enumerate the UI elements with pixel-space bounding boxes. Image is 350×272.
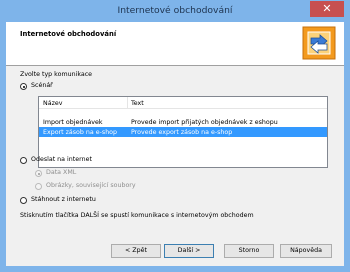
download-label[interactable]: Stáhnout z internetu <box>31 196 96 203</box>
scenario-radio[interactable] <box>20 83 27 90</box>
data-xml-label[interactable]: Data XML <box>46 169 76 176</box>
close-button[interactable]: ✕ <box>310 1 344 17</box>
window-title: Internetové obchodování <box>117 5 233 16</box>
back-button[interactable]: < Zpět <box>111 244 161 258</box>
column-separator[interactable] <box>127 97 128 109</box>
send-radio[interactable] <box>20 157 27 164</box>
list-item-text: Provede export zásob na e-shop <box>131 129 233 136</box>
list-item-text: Provede import přijatých objednávek z es… <box>131 119 278 126</box>
help-button[interactable]: Nápověda <box>280 244 332 258</box>
column-header-text[interactable]: Text <box>131 100 144 107</box>
list-item-name: Import objednávek <box>43 119 103 126</box>
info-text: Stisknutím tlačítka DALŠÍ se spustí komu… <box>20 212 254 219</box>
scenario-label[interactable]: Scénář <box>31 82 53 89</box>
internet-shop-icon <box>302 26 336 60</box>
wizard-header: Internetové obchodování <box>6 22 344 66</box>
next-button[interactable]: Další > <box>164 244 214 258</box>
list-item[interactable]: Import objednávek Provede import přijatý… <box>39 117 327 127</box>
download-radio[interactable] <box>20 197 27 204</box>
images-label[interactable]: Obrázky, související soubory <box>46 182 136 189</box>
column-header-name[interactable]: Název <box>43 100 62 107</box>
header-title: Internetové obchodování <box>20 30 117 38</box>
title-bar[interactable]: Internetové obchodování ✕ <box>0 0 350 22</box>
list-item[interactable]: Export zásob na e-shop Provede export zá… <box>39 127 327 137</box>
communication-type-label: Zvolte typ komunikace <box>20 71 93 78</box>
data-xml-radio[interactable] <box>35 170 42 177</box>
list-header: Název Text <box>39 97 327 109</box>
close-icon: ✕ <box>322 2 332 15</box>
dialog-window: Internetové obchodování ✕ Internetové ob… <box>0 0 350 272</box>
send-label[interactable]: Odeslat na internet <box>31 156 92 163</box>
list-item-name: Export zásob na e-shop <box>43 129 118 136</box>
cancel-button[interactable]: Storno <box>224 244 274 258</box>
dialog-client: Internetové obchodování Zvolte typ komun… <box>6 22 344 266</box>
images-radio[interactable] <box>35 183 42 190</box>
